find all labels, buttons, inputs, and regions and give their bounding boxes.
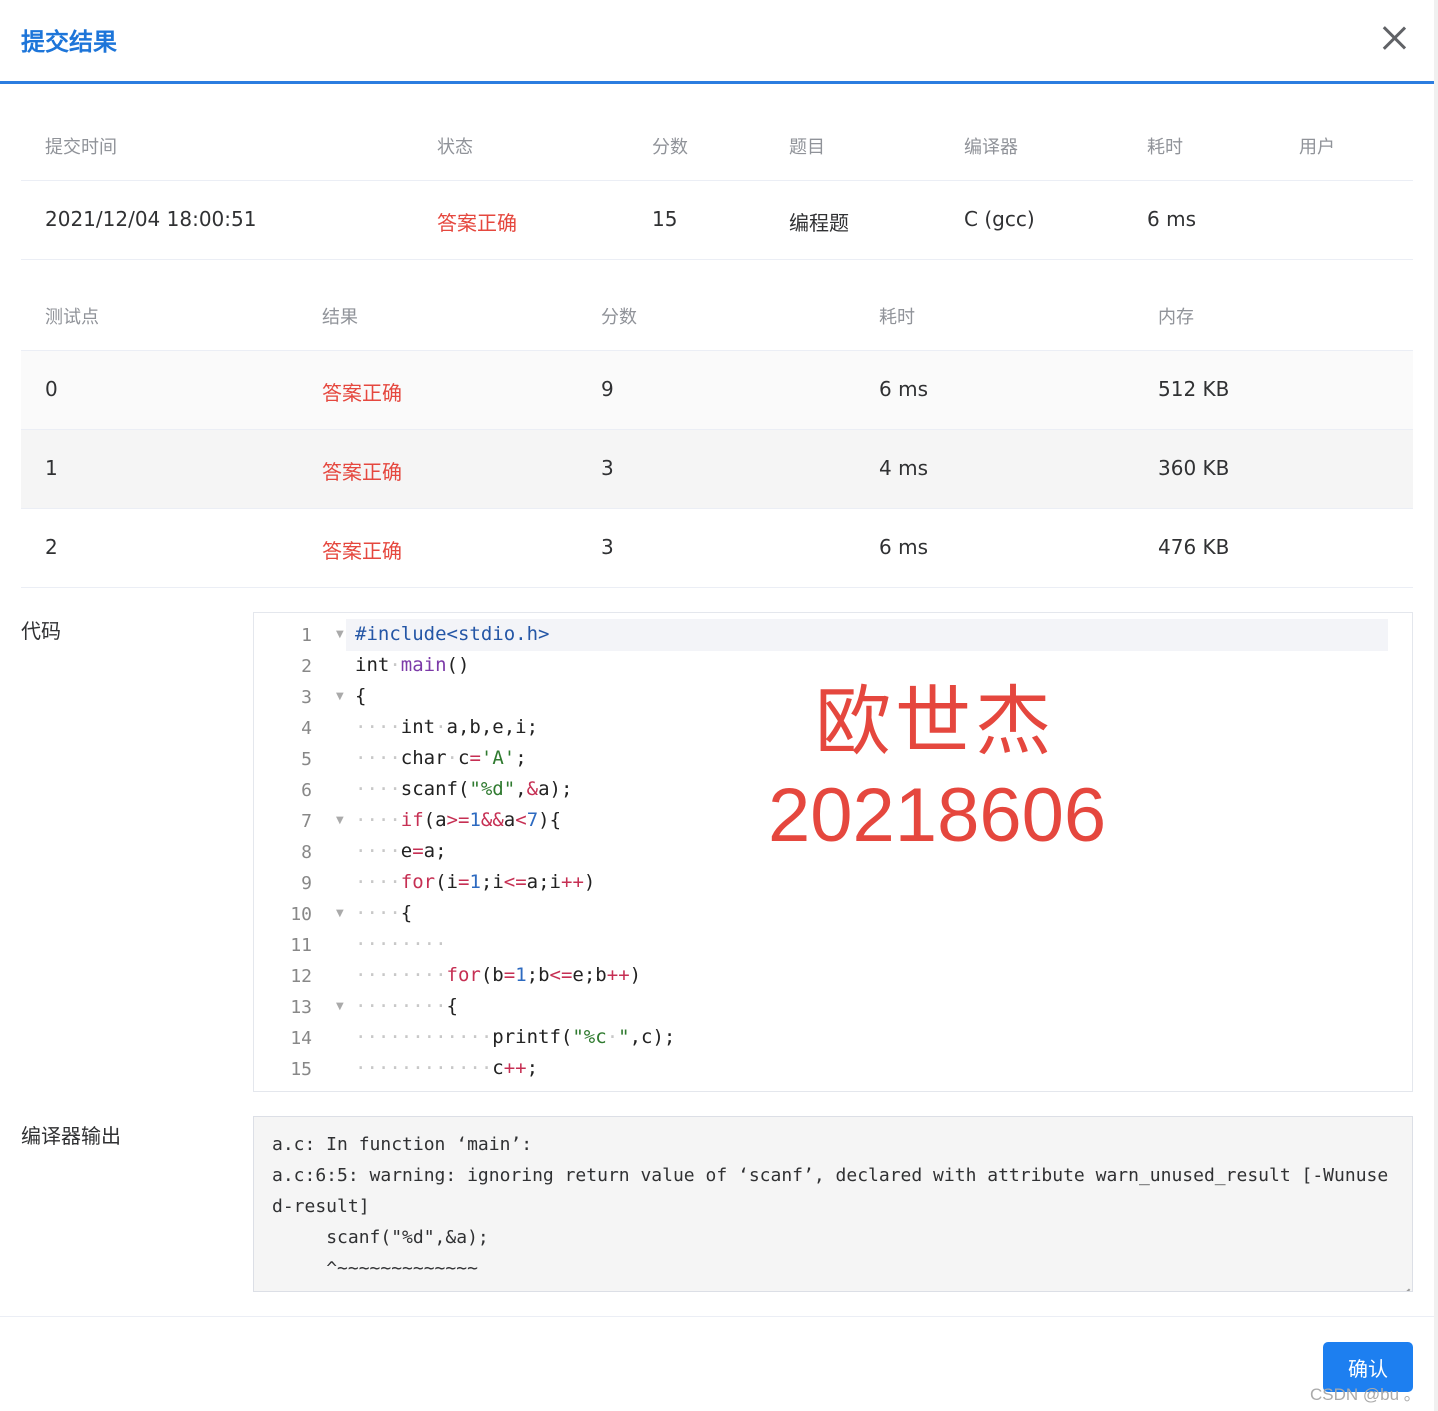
- testcase-id: 1: [45, 456, 58, 480]
- table-row: 1 答案正确 3 4 ms 360 KB: [21, 430, 1413, 509]
- col-user: 用户: [1299, 137, 1335, 158]
- code-line: ····int·a,b,e,i;: [355, 716, 539, 738]
- testcase-result: 答案正确: [322, 460, 402, 484]
- testcase-result: 答案正确: [322, 381, 402, 405]
- line-number: 7: [301, 811, 312, 832]
- line-number: 3: [301, 687, 312, 708]
- line-number: 4: [301, 718, 312, 739]
- code-line: ····if(a>=1&&a<7){: [355, 809, 562, 831]
- footer-divider: [0, 1316, 1438, 1317]
- testcase-memory: 512 KB: [1158, 377, 1230, 401]
- csdn-credit: CSDN @bu 。: [1310, 1385, 1421, 1404]
- watermark-name: 欧世杰: [815, 677, 1055, 766]
- fold-arrow-icon[interactable]: ▼: [336, 691, 344, 702]
- fold-arrow-icon[interactable]: ▼: [336, 815, 344, 826]
- testcase-memory: 476 KB: [1158, 535, 1230, 559]
- code-line: int·main(): [355, 654, 470, 676]
- col-submit-time: 提交时间: [45, 137, 117, 158]
- compiler-output-textarea[interactable]: a.c: In function ‘main’: a.c:6:5: warnin…: [253, 1116, 1413, 1292]
- testcase-score: 9: [601, 377, 614, 401]
- fold-arrow-icon[interactable]: ▼: [336, 1001, 344, 1012]
- code-line: {: [355, 685, 367, 707]
- testcase-score: 3: [601, 456, 614, 480]
- testcase-id: 2: [45, 535, 58, 559]
- time-value: 6 ms: [1147, 207, 1196, 231]
- fold-arrow-icon[interactable]: ▼: [336, 908, 344, 919]
- line-number: 13: [290, 997, 312, 1018]
- code-line: #include<stdio.h>: [355, 623, 550, 645]
- testcase-memory: 360 KB: [1158, 456, 1230, 480]
- line-number: 15: [290, 1059, 312, 1080]
- score-value: 15: [652, 207, 678, 231]
- col-memory: 内存: [1158, 307, 1194, 328]
- testcase-score: 3: [601, 535, 614, 559]
- resize-handle-icon[interactable]: [1398, 1277, 1410, 1289]
- output-line: a.c: In function ‘main’:: [272, 1134, 533, 1155]
- page-scrollbar[interactable]: [1434, 0, 1438, 1411]
- testcase-time: 4 ms: [879, 456, 928, 480]
- compiler-output-label: 编译器输出: [21, 1124, 121, 1148]
- col-result: 结果: [322, 307, 358, 328]
- status-badge: 答案正确: [437, 211, 517, 235]
- dialog-title: 提交结果: [21, 28, 117, 56]
- output-line: ^~~~~~~~~~~~~~: [272, 1258, 478, 1279]
- line-number: 8: [301, 842, 312, 863]
- line-number: 5: [301, 749, 312, 770]
- testcase-time: 6 ms: [879, 377, 928, 401]
- line-number: 2: [301, 656, 312, 677]
- line-number: 11: [290, 935, 312, 956]
- problem-value: 编程题: [789, 211, 849, 235]
- line-number: 6: [301, 780, 312, 801]
- code-line: ····scanf("%d",&a);: [355, 778, 573, 800]
- close-icon[interactable]: [1378, 22, 1410, 54]
- output-line: scanf("%d",&a);: [272, 1227, 489, 1248]
- line-number: 1: [301, 625, 312, 646]
- col-testcase: 测试点: [45, 307, 99, 328]
- col-test-score: 分数: [601, 307, 637, 328]
- code-label: 代码: [21, 619, 61, 643]
- code-line: ········{: [355, 995, 458, 1017]
- line-number: 9: [301, 873, 312, 894]
- col-problem: 题目: [789, 137, 825, 158]
- output-line: a.c:6:5: warning: ignoring return value …: [272, 1165, 1389, 1217]
- code-line: ············c++;: [355, 1057, 539, 1079]
- code-line: ········: [355, 933, 447, 955]
- col-status: 状态: [437, 137, 473, 158]
- code-line: ····char·c='A';: [355, 747, 527, 769]
- code-line: ····{: [355, 902, 413, 924]
- col-score: 分数: [652, 137, 688, 158]
- testcase-id: 0: [45, 377, 58, 401]
- line-number: 10: [290, 904, 312, 925]
- testcase-result: 答案正确: [322, 539, 402, 563]
- table-row: 0 答案正确 9 6 ms 512 KB: [21, 351, 1413, 430]
- table-row: 2 答案正确 3 6 ms 476 KB: [21, 509, 1413, 588]
- fold-arrow-icon[interactable]: ▼: [336, 629, 344, 640]
- compiler-value: C (gcc): [964, 207, 1035, 231]
- line-number: 14: [290, 1028, 312, 1049]
- summary-header-row: 提交时间 状态 分数 题目 编译器 耗时 用户: [21, 100, 1413, 181]
- code-line: ····for(i=1;i<=a;i++): [355, 871, 596, 893]
- dialog-header: 提交结果: [0, 0, 1438, 84]
- col-compiler: 编译器: [964, 137, 1018, 158]
- col-test-time: 耗时: [879, 307, 915, 328]
- code-line: ············printf("%c·",c);: [355, 1026, 676, 1048]
- col-time: 耗时: [1147, 137, 1183, 158]
- tests-header-row: 测试点 结果 分数 耗时 内存: [21, 270, 1413, 351]
- code-line: ········for(b=1;b<=e;b++): [355, 964, 642, 986]
- testcase-time: 6 ms: [879, 535, 928, 559]
- summary-row: 2021/12/04 18:00:51 答案正确 15 编程题 C (gcc) …: [21, 181, 1413, 260]
- submit-time: 2021/12/04 18:00:51: [45, 207, 257, 231]
- line-number: 12: [290, 966, 312, 987]
- watermark-id: 20218606: [768, 773, 1107, 858]
- code-line: ····e=a;: [355, 840, 447, 862]
